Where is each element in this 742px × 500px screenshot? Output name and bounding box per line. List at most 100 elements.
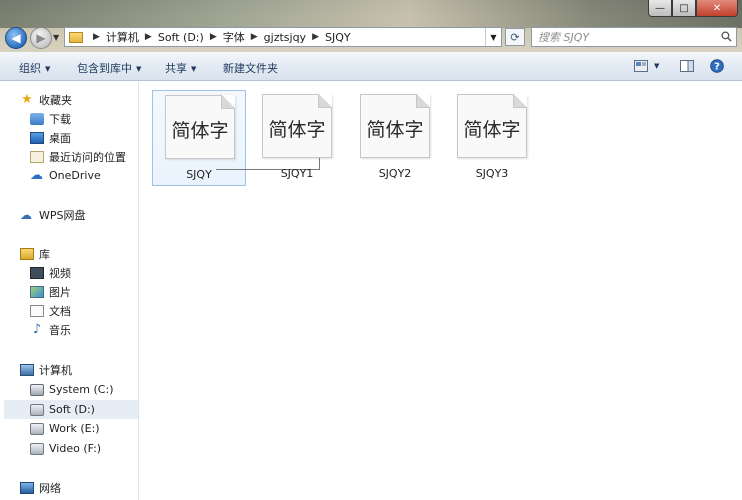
chevron-right-icon[interactable]: ▶ xyxy=(93,32,100,42)
library-icon xyxy=(20,247,34,260)
file-list: 简体字 SJQY 简体字 SJQY1 简体字 SJQY2 简体字 SJQY3 xyxy=(140,82,742,500)
chevron-down-icon: ▼ xyxy=(136,65,142,73)
file-item[interactable]: 简体字 SJQY1 xyxy=(250,90,344,186)
organize-label: 组织 xyxy=(19,62,41,75)
window-controls: — □ ✕ xyxy=(648,0,738,17)
font-preview: 简体字 xyxy=(268,119,326,141)
desktop-icon xyxy=(30,131,44,144)
chevron-right-icon[interactable]: ▶ xyxy=(312,32,319,42)
sidebar-item-drive-c[interactable]: System (C:) xyxy=(30,380,138,399)
minimize-button[interactable]: — xyxy=(648,0,672,17)
breadcrumb-fonts[interactable]: 字体 xyxy=(223,29,245,45)
file-name: SJQY2 xyxy=(378,167,412,180)
sidebar-item-label: 下载 xyxy=(49,112,71,126)
close-button[interactable]: ✕ xyxy=(696,0,738,17)
page-fold-icon xyxy=(221,95,235,109)
new-folder-button[interactable]: 新建文件夹 xyxy=(223,60,278,76)
recent-places-icon xyxy=(30,150,44,163)
breadcrumb-computer[interactable]: 计算机 xyxy=(106,29,139,45)
chevron-down-icon: ▼ xyxy=(45,65,51,73)
system-drive-icon xyxy=(30,383,44,396)
command-toolbar: 组织 ▼ 包含到库中 ▼ 共享 ▼ 新建文件夹 ▼ ? xyxy=(0,52,742,81)
computer-icon xyxy=(20,363,34,376)
sidebar-item-label: 计算机 xyxy=(39,363,72,377)
sidebar-item-label: 收藏夹 xyxy=(39,93,72,107)
page-fold-icon xyxy=(318,94,332,108)
window-frame-background xyxy=(0,0,742,28)
video-icon xyxy=(30,266,44,279)
sidebar-item-drive-e[interactable]: Work (E:) xyxy=(30,419,138,438)
arrow-left-icon: ◀ xyxy=(11,31,21,45)
search-input[interactable]: 搜索 SJQY xyxy=(531,27,737,47)
sidebar-item-desktop[interactable]: 桌面 xyxy=(30,128,138,147)
font-file-icon: 简体字 xyxy=(262,94,332,158)
sidebar-item-libraries[interactable]: 库 xyxy=(20,244,138,263)
downloads-folder-icon xyxy=(30,112,44,125)
sidebar-item-label: 图片 xyxy=(49,285,71,299)
sidebar-item-label: 视频 xyxy=(49,266,71,280)
chevron-down-icon[interactable]: ▼ xyxy=(654,62,659,70)
forward-button[interactable]: ▶ xyxy=(30,27,52,49)
breadcrumb-gjztsjqy[interactable]: gjztsjqy xyxy=(264,31,306,44)
sidebar-item-documents[interactable]: 文档 xyxy=(30,301,138,320)
refresh-icon: ⟳ xyxy=(510,30,520,44)
address-dropdown-button[interactable]: ▼ xyxy=(485,28,501,46)
sidebar-item-label: 网络 xyxy=(39,481,61,495)
font-file-icon: 简体字 xyxy=(457,94,527,158)
sidebar-item-label: 文档 xyxy=(49,304,71,318)
file-name: SJQY3 xyxy=(475,167,509,180)
sidebar-item-label: Video (F:) xyxy=(49,442,102,455)
chevron-down-icon: ▼ xyxy=(191,65,197,73)
sidebar-item-onedrive[interactable]: ☁ OneDrive xyxy=(30,166,138,185)
sidebar-item-videos[interactable]: 视频 xyxy=(30,263,138,282)
file-item[interactable]: 简体字 SJQY xyxy=(152,90,246,186)
page-fold-icon xyxy=(416,94,430,108)
preview-pane-icon xyxy=(680,60,694,72)
help-button[interactable]: ? xyxy=(710,57,724,75)
change-view-button[interactable]: ▼ xyxy=(634,57,659,75)
breadcrumb: ▶ 计算机 ▶ Soft (D:) ▶ 字体 ▶ gjztsjqy ▶ SJQY xyxy=(87,29,351,45)
title-bar: — □ ✕ ◀ ▶ ▼ ▶ 计算机 ▶ Soft (D:) ▶ 字体 ▶ gjz… xyxy=(0,0,742,52)
drive-icon xyxy=(30,422,44,435)
maximize-button[interactable]: □ xyxy=(672,0,696,17)
navigation-pane: ★ 收藏夹 下载 桌面 最近访问的位置 ☁ OneDrive ☁ WPS网盘 库… xyxy=(0,82,139,500)
sidebar-item-computer[interactable]: 计算机 xyxy=(20,360,138,379)
breadcrumb-soft-d[interactable]: Soft (D:) xyxy=(158,31,204,44)
include-library-label: 包含到库中 xyxy=(77,62,132,75)
sidebar-item-downloads[interactable]: 下载 xyxy=(30,109,138,128)
sidebar-item-network[interactable]: 网络 xyxy=(20,478,138,497)
sidebar-item-pictures[interactable]: 图片 xyxy=(30,282,138,301)
help-icon: ? xyxy=(710,59,724,73)
sidebar-item-recent-places[interactable]: 最近访问的位置 xyxy=(30,147,138,166)
share-menu[interactable]: 共享 ▼ xyxy=(165,60,196,76)
chevron-right-icon[interactable]: ▶ xyxy=(145,32,152,42)
star-icon: ★ xyxy=(21,91,33,107)
organize-menu[interactable]: 组织 ▼ xyxy=(19,60,50,76)
sidebar-item-label: OneDrive xyxy=(49,169,101,182)
wps-cloud-icon: ☁ xyxy=(20,207,32,222)
sidebar-item-label: 最近访问的位置 xyxy=(49,150,126,164)
address-bar[interactable]: ▶ 计算机 ▶ Soft (D:) ▶ 字体 ▶ gjztsjqy ▶ SJQY… xyxy=(64,27,502,47)
sidebar-item-label: Work (E:) xyxy=(49,422,100,435)
include-in-library-menu[interactable]: 包含到库中 ▼ xyxy=(77,60,141,76)
preview-pane-button[interactable] xyxy=(680,57,694,75)
view-options-icon xyxy=(634,60,648,72)
chevron-right-icon[interactable]: ▶ xyxy=(210,32,217,42)
sidebar-item-wps-cloud[interactable]: ☁ WPS网盘 xyxy=(20,205,138,224)
search-icon xyxy=(721,31,732,42)
file-item[interactable]: 简体字 SJQY2 xyxy=(348,90,442,186)
sidebar-item-label: Soft (D:) xyxy=(49,403,95,416)
sidebar-item-favorites[interactable]: ★ 收藏夹 xyxy=(20,90,138,109)
sidebar-item-drive-d[interactable]: Soft (D:) xyxy=(4,400,138,419)
file-item[interactable]: 简体字 SJQY3 xyxy=(445,90,539,186)
back-button[interactable]: ◀ xyxy=(5,27,27,49)
sidebar-item-label: 桌面 xyxy=(49,131,71,145)
sidebar-item-music[interactable]: ♪ 音乐 xyxy=(30,320,138,339)
recent-pages-dropdown[interactable]: ▼ xyxy=(53,33,59,42)
sidebar-item-drive-f[interactable]: Video (F:) xyxy=(30,439,138,458)
breadcrumb-sjqy[interactable]: SJQY xyxy=(325,31,351,44)
chevron-right-icon[interactable]: ▶ xyxy=(251,32,258,42)
refresh-button[interactable]: ⟳ xyxy=(505,28,525,46)
font-preview: 简体字 xyxy=(366,119,424,141)
sidebar-item-label: 库 xyxy=(39,247,50,261)
